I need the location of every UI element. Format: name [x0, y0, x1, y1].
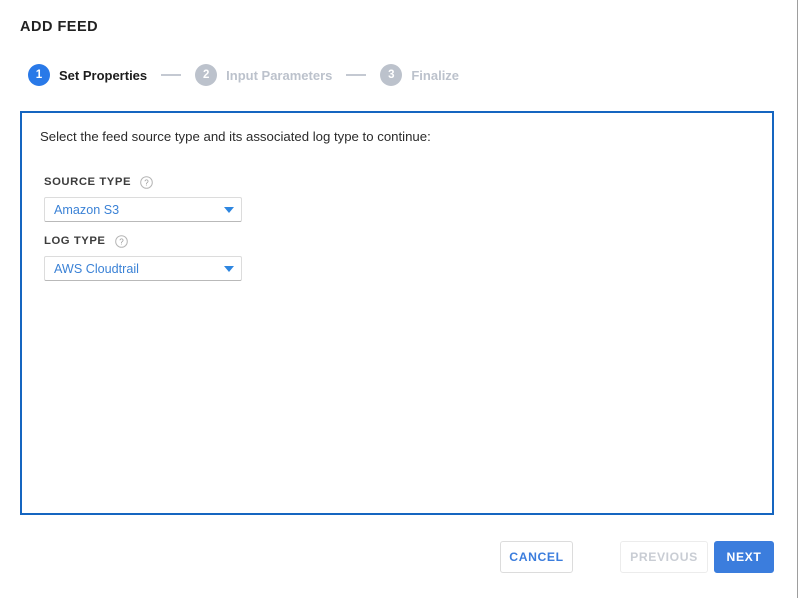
step-1-label: Set Properties	[59, 67, 148, 83]
next-button[interactable]: NEXT	[714, 541, 774, 573]
question-circle-icon[interactable]: ?	[140, 175, 153, 189]
previous-button: PREVIOUS	[620, 541, 708, 573]
step-connector-2	[346, 74, 367, 76]
wizard-stepper: 1 Set Properties 2 Input Parameters 3 Fi…	[28, 62, 459, 88]
wizard-panel: Select the feed source type and its asso…	[20, 111, 774, 515]
wizard-footer: CANCEL PREVIOUS NEXT	[0, 541, 774, 575]
step-input-parameters[interactable]: 2 Input Parameters	[195, 64, 332, 86]
log-type-select[interactable]: AWS Cloudtrail	[44, 256, 242, 281]
step-1-badge: 1	[28, 64, 50, 86]
source-type-label: SOURCE TYPE	[44, 176, 132, 188]
chevron-down-icon	[224, 206, 234, 213]
field-source-type: SOURCE TYPE ? Amazon S3	[44, 174, 242, 222]
step-finalize[interactable]: 3 Finalize	[380, 64, 459, 86]
cancel-button[interactable]: CANCEL	[500, 541, 573, 573]
source-type-selected-value: Amazon S3	[54, 202, 120, 217]
panel-intro-text: Select the feed source type and its asso…	[40, 129, 431, 144]
step-set-properties[interactable]: 1 Set Properties	[28, 64, 147, 86]
step-3-badge: 3	[380, 64, 403, 86]
log-type-label: LOG TYPE	[44, 235, 106, 247]
field-log-type: LOG TYPE ? AWS Cloudtrail	[44, 233, 242, 281]
chevron-down-icon	[224, 265, 234, 272]
question-circle-icon[interactable]: ?	[114, 234, 128, 248]
step-3-label: Finalize	[411, 67, 460, 83]
svg-text:?: ?	[144, 178, 149, 187]
step-2-label: Input Parameters	[226, 67, 333, 83]
source-type-label-row: SOURCE TYPE ?	[44, 174, 242, 190]
step-2-badge: 2	[195, 64, 218, 86]
step-connector-1	[161, 74, 182, 76]
source-type-select[interactable]: Amazon S3	[44, 197, 242, 222]
page-title: ADD FEED	[20, 19, 99, 35]
svg-text:?: ?	[119, 237, 124, 246]
log-type-selected-value: AWS Cloudtrail	[54, 261, 139, 276]
log-type-label-row: LOG TYPE ?	[44, 233, 242, 249]
